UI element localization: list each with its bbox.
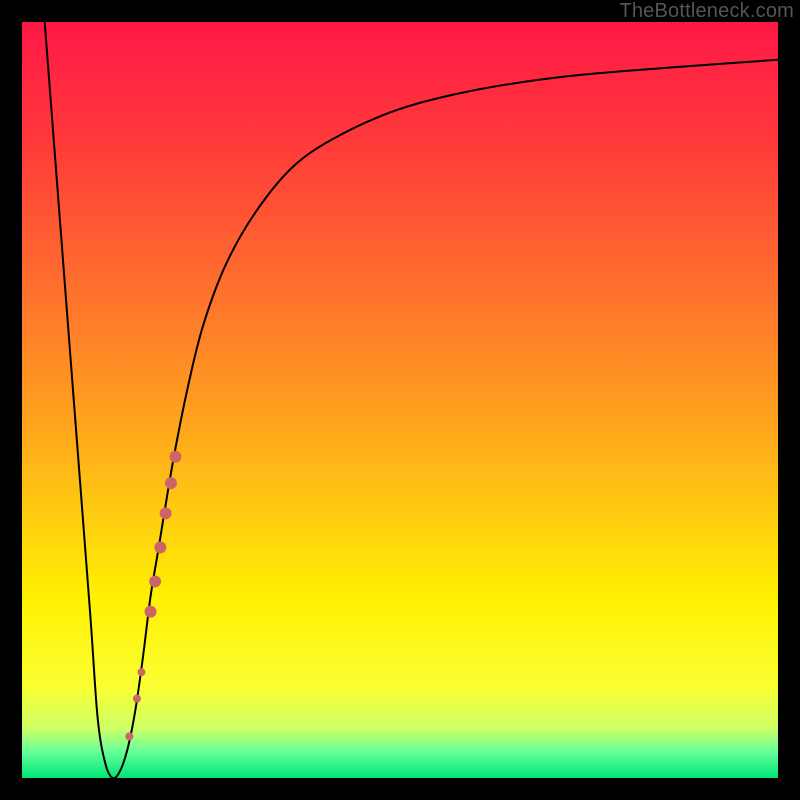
data-marker: [145, 606, 157, 618]
outer-frame: TheBottleneck.com: [0, 0, 800, 800]
chart-svg: [22, 22, 778, 778]
marker-group: [125, 451, 181, 741]
data-marker: [149, 575, 161, 587]
data-marker: [160, 507, 172, 519]
data-marker: [169, 451, 181, 463]
data-marker: [125, 732, 133, 740]
plot-area: [22, 22, 778, 778]
data-marker: [133, 695, 141, 703]
watermark-text: TheBottleneck.com: [619, 0, 794, 23]
data-marker: [154, 541, 166, 553]
data-marker: [137, 668, 145, 676]
data-marker: [165, 477, 177, 489]
bottleneck-curve: [45, 22, 778, 778]
